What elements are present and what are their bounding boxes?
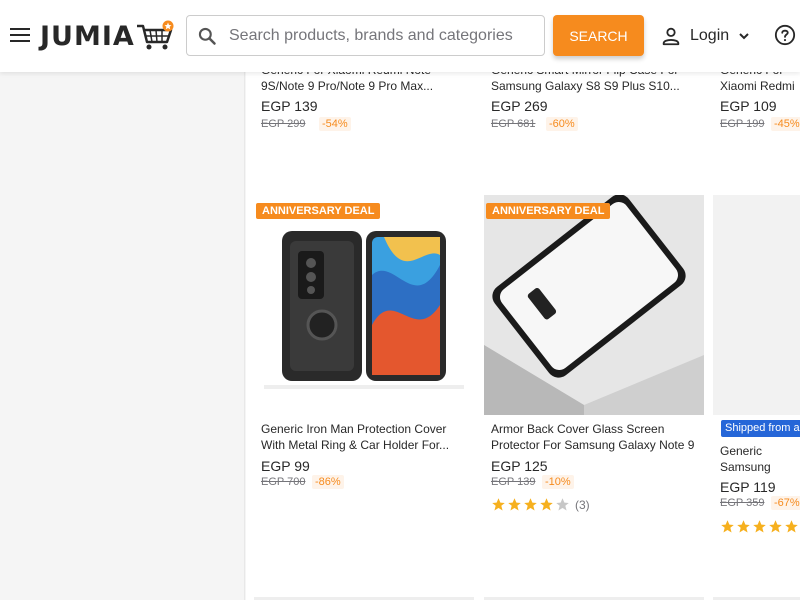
product-card[interactable]: Generic For Xiaomi Redmi Note 9 Pro / No… [713,72,800,200]
star-icon [785,520,798,533]
product-name: Generic For Xiaomi Redmi Note 9S/Note 9 … [261,72,434,93]
discount-badge: -60% [546,117,578,131]
menu-icon[interactable] [10,26,30,42]
star-icon [508,498,521,511]
product-name: Generic Samsung Galaxy Note 9(Samsung Ga… [720,444,771,474]
product-image[interactable]: ANNIVERSARY DEAL [484,195,704,415]
product-image[interactable] [713,195,800,415]
product-old-price: EGP 139 [491,476,536,488]
star-icon [769,520,782,533]
phone-case-image [264,231,464,389]
product-price: EGP 139 [261,98,318,114]
search-icon [198,27,216,45]
product-name: Generic Smart Mirror Flip Case For Samsu… [491,72,680,93]
discount-badge: -54% [319,117,351,131]
product-old-price: EGP 700 [261,476,306,488]
discount-badge: -86% [312,475,344,489]
star-icon [524,498,537,511]
star-icon [721,520,734,533]
product-price: EGP 125 [491,458,548,474]
chevron-down-icon [739,33,749,40]
search-box [186,15,545,56]
product-name: Generic For Xiaomi Redmi Note 9 Pro / No… [720,72,795,93]
product-old-price: EGP 681 [491,118,536,130]
product-price: EGP 119 [720,479,776,495]
product-grid: Generic For Xiaomi Redmi Note 9S/Note 9 … [246,72,800,600]
product-card[interactable]: ANNIVERSARY DEAL Generic Iron Man Protec… [254,195,474,495]
filter-sidebar [0,72,245,600]
login-label: Login [690,27,730,44]
discount-badge: -45% [771,117,800,131]
star-icon [737,520,750,533]
help-icon[interactable] [774,24,796,46]
product-card[interactable]: Shipped from abroad Generic Samsung Gala… [713,195,800,533]
star-icon [556,498,569,511]
cart-icon [136,20,174,50]
star-icon [540,498,553,511]
login-button[interactable]: Login [660,24,751,48]
product-image[interactable]: ANNIVERSARY DEAL [254,195,474,415]
logo-text: JUMIA [40,20,135,52]
phone-case-image [484,195,704,415]
jumia-logo[interactable]: JUMIA [40,20,175,52]
product-old-price: EGP 199 [720,118,765,130]
product-price: EGP 109 [720,98,777,114]
product-name: Generic Iron Man Protection Cover With M… [261,422,450,452]
search-input[interactable] [229,16,539,55]
product-card[interactable]: Generic Smart Mirror Flip Case For Samsu… [484,72,704,200]
discount-badge: -67% [771,496,800,510]
deal-badge: ANNIVERSARY DEAL [256,203,381,219]
header: JUMIA SEARCH Login [0,0,800,72]
search-button[interactable]: SEARCH [553,15,644,56]
product-old-price: EGP 299 [261,118,306,130]
star-icon [753,520,766,533]
rating-count: (3) [575,497,590,512]
star-icon [492,498,505,511]
product-card[interactable]: ANNIVERSARY DEAL Armor Back Cover Glass … [484,195,704,512]
rating-stars: (3) [491,497,590,512]
product-old-price: EGP 359 [720,497,765,509]
product-name: Armor Back Cover Glass Screen Protector … [491,422,695,452]
user-icon [662,27,680,46]
product-card[interactable]: Generic For Xiaomi Redmi Note 9S/Note 9 … [254,72,474,200]
discount-badge: -10% [542,475,574,489]
deal-badge: ANNIVERSARY DEAL [486,203,611,219]
product-price: EGP 99 [261,458,310,474]
rating-stars [720,519,800,534]
shipped-from-abroad-badge: Shipped from abroad [721,420,800,437]
product-price: EGP 269 [491,98,548,114]
